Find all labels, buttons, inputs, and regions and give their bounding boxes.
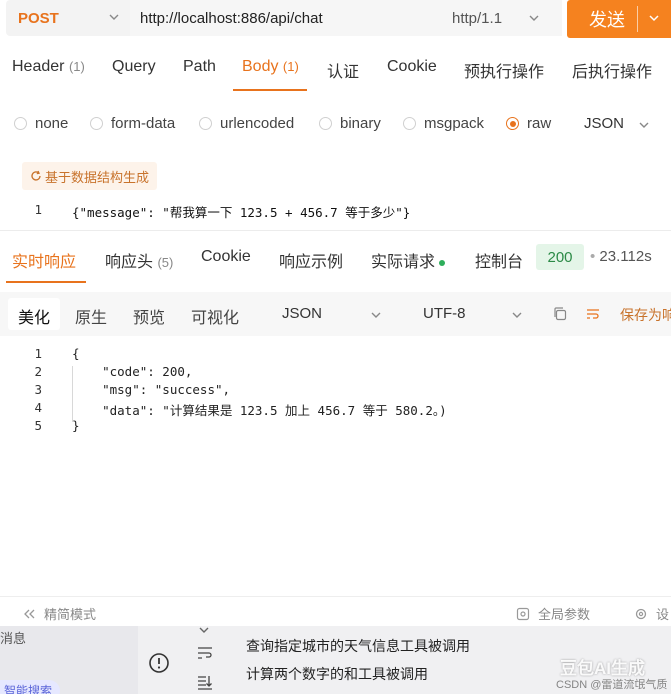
generate-from-schema-button[interactable]: 基于数据结构生成 [22,162,158,190]
tab-response-example[interactable]: 响应示例 [279,248,343,272]
code-line: {"message": "帮我算一下 123.5 + 456.7 等于多少"} [72,205,411,220]
radio-dot [199,117,212,130]
code-text: { [72,346,80,361]
radio-raw[interactable]: raw [506,115,551,132]
line-number: 4 [34,400,42,415]
body-format-select[interactable]: JSON [584,115,624,132]
code-line: 1 { [0,346,671,364]
bottom-panel: 消息 智能搜索 查询指定城市的天气信息工具被调用 计算两个数字的和工具被调用 豆… [0,626,671,694]
status-badge: 200 [536,244,584,270]
response-format-select[interactable]: JSON [282,305,322,322]
tool-message: 计算两个数字的和工具被调用 [246,666,428,682]
radio-dot [14,117,27,130]
online-dot-icon [439,259,446,266]
code-text: "data": "计算结果是 123.5 加上 456.7 等于 580.2。) [72,403,447,418]
tab-body[interactable]: Body (1) [242,58,299,76]
response-toolbar: 美化 原生 预览 可视化 JSON UTF-8 保存为响 [0,292,671,336]
status-footer: 精简模式 全局参数 设 [0,596,671,626]
send-divider [637,6,638,32]
radio-dot [319,117,332,130]
url-bar: POST http://localhost:886/api/chat http/… [0,0,671,40]
code-text: "code": 200, [72,364,193,379]
tab-post-script[interactable]: 后执行操作 [572,58,652,82]
active-tab-indicator [233,89,307,91]
chevron-down-icon [529,15,539,21]
chevron-down-icon [109,14,119,20]
radio-binary[interactable]: binary [319,115,381,132]
line-number: 2 [34,364,42,379]
settings-button[interactable]: 设 [634,604,669,623]
code-line: 5 } [0,418,671,436]
response-encoding-select[interactable]: UTF-8 [423,305,466,322]
code-text: } [72,418,80,433]
active-tab-indicator [6,281,86,283]
view-preview[interactable]: 预览 [133,304,165,328]
chevron-down-icon [512,312,522,318]
tab-live-response[interactable]: 实时响应 [12,248,76,272]
response-body-viewer[interactable]: 1 { 2 "code": 200, 3 "msg": "success", 4… [0,344,671,594]
chevron-down-icon[interactable] [648,12,660,24]
url-text: http://localhost:886/api/chat [140,9,323,27]
method-label: POST [18,9,59,27]
chevron-down-icon [199,627,209,633]
collapse-left-icon [24,609,35,618]
line-number: 1 [34,202,42,217]
line-number: 3 [34,382,42,397]
code-line: 3 "msg": "success", [0,382,671,400]
radio-urlencoded[interactable]: urlencoded [199,115,294,132]
tab-auth[interactable]: 认证 [327,58,359,82]
line-number: 5 [34,418,42,433]
response-tabs: 实时响应 响应头 (5) Cookie 响应示例 实际请求 控制台 200 • … [0,238,671,283]
tab-response-cookie[interactable]: Cookie [201,248,251,266]
radio-msgpack[interactable]: msgpack [403,115,484,132]
radio-dot [90,117,103,130]
code-line: 2 "code": 200, [0,364,671,382]
list-icon[interactable] [197,646,213,660]
tab-query[interactable]: Query [112,58,156,76]
tab-path[interactable]: Path [183,58,216,76]
tool-message: 查询指定城市的天气信息工具被调用 [246,638,470,654]
tab-header[interactable]: Header (1) [12,58,85,76]
refresh-icon [31,170,41,181]
chevron-down-icon [371,312,381,318]
method-select[interactable]: POST [6,0,130,36]
radio-form-data[interactable]: form-data [90,115,175,132]
body-type-radios: none form-data urlencoded binary msgpack… [0,110,671,140]
alert-icon[interactable] [148,652,170,674]
tab-cookie[interactable]: Cookie [387,58,437,76]
tool-column [188,626,222,694]
tab-console[interactable]: 控制台 [475,248,523,272]
tab-pre-script[interactable]: 预执行操作 [464,58,544,82]
tab-actual-request[interactable]: 实际请求 [371,248,446,272]
radio-dot [403,117,416,130]
compact-mode-toggle[interactable]: 精简模式 [22,604,96,623]
request-body-editor[interactable]: 1 {"message": "帮我算一下 123.5 + 456.7 等于多少"… [0,198,671,222]
copy-icon[interactable] [552,306,568,322]
view-raw[interactable]: 原生 [75,304,107,328]
sidebar-label: 消息 [0,631,27,646]
view-pretty[interactable]: 美化 [8,298,61,330]
watermark-credit: CSDN @雷道流氓气质 [556,679,668,691]
code-text: "msg": "success", [72,382,231,397]
protocol-select[interactable]: http/1.1 [452,10,502,27]
gear-icon [635,608,647,619]
view-visualize[interactable]: 可视化 [191,304,239,328]
chevron-down-icon [639,122,649,128]
request-tabs: Header (1) Query Path Body (1) 认证 Cookie… [0,52,671,92]
response-time: • 23.112s [590,248,652,265]
wrap-lines-icon[interactable] [585,306,601,322]
tab-response-headers[interactable]: 响应头 (5) [105,248,173,272]
radio-none[interactable]: none [14,115,68,132]
download-list-icon[interactable] [197,674,213,690]
global-params-button[interactable]: 全局参数 [516,604,590,623]
bottom-sidebar: 消息 智能搜索 [0,626,138,694]
radio-dot [506,117,519,130]
send-label: 发送 [589,10,625,30]
save-as-response-button[interactable]: 保存为响 [620,305,671,325]
code-line: 4 "data": "计算结果是 123.5 加上 456.7 等于 580.2… [0,400,671,418]
params-icon [516,607,530,620]
smart-search-pill[interactable]: 智能搜索 [0,680,60,694]
section-divider [0,230,671,231]
line-number: 1 [34,346,42,361]
